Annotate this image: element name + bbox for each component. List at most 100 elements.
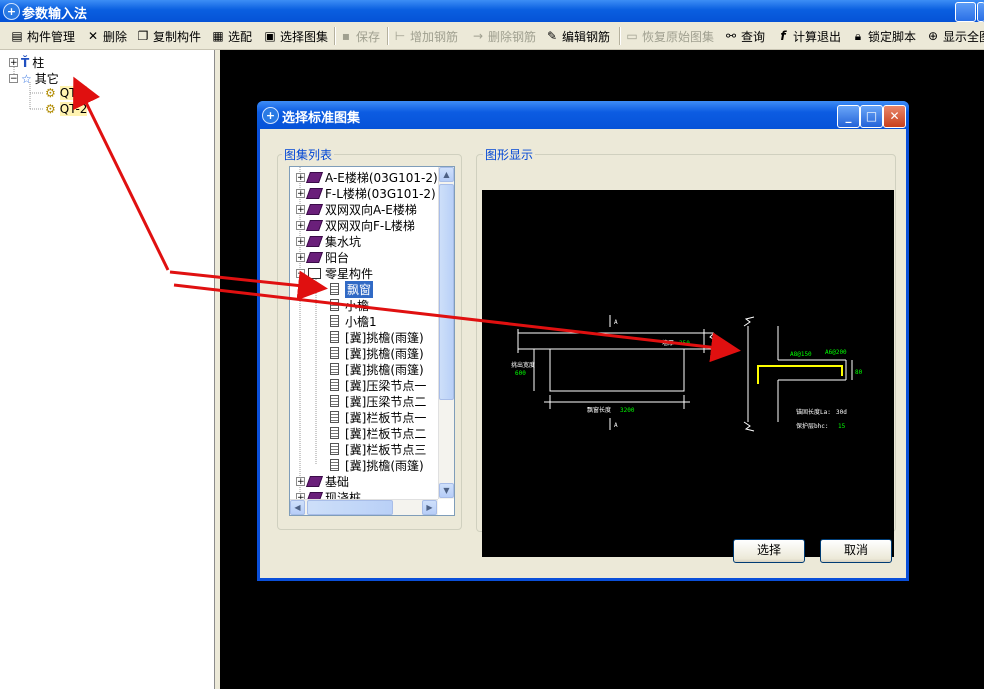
dialog-maximize-button[interactable]: □ [860, 105, 883, 128]
tree-node-column[interactable]: + Ť 柱 [9, 54, 44, 71]
scroll-right-icon[interactable]: ▶ [422, 500, 437, 515]
atlas-tree-item[interactable]: [冀]栏板节点三 [330, 441, 426, 457]
query-button[interactable]: ⚯ 查询 [724, 27, 765, 45]
atlas-tree-item-label: 双网双向F-L楼梯 [325, 218, 415, 233]
atlas-tree-item-label: 零星构件 [325, 266, 374, 281]
atlas-tree-item[interactable]: [冀]挑檐(雨篷) [330, 361, 424, 377]
collapse-icon[interactable]: − [9, 74, 18, 84]
dialog-minimize-button[interactable]: _ [837, 105, 860, 128]
tree-node-qt1[interactable]: ⚙ QT-1 [45, 86, 88, 100]
tree-node-other[interactable]: − ☆ 其它 [9, 70, 59, 87]
atlas-tree-item[interactable]: [冀]挑檐(雨篷) [330, 345, 424, 361]
remove-rebar-icon: → [472, 29, 484, 43]
atlas-tree-item[interactable]: [冀]挑檐(雨篷) [330, 457, 424, 473]
rebar1-label: A8@150 [790, 351, 812, 358]
length-value: 3200 [620, 407, 635, 414]
expand-icon[interactable]: + [296, 252, 305, 262]
cover-value: 15 [838, 423, 846, 430]
atlas-tree-item-label: 基础 [325, 474, 350, 489]
lock-icon: 🔒︎ [854, 29, 862, 43]
fx-icon: f [780, 29, 786, 43]
atlas-tree-item[interactable]: [冀]栏板节点一 [330, 409, 426, 425]
atlas-tree-item[interactable]: + 集水坑 [296, 233, 361, 249]
preview-label: 图形显示 [483, 146, 536, 163]
atlas-tree-item-label: [冀]挑檐(雨篷) [345, 330, 424, 345]
vscroll-thumb[interactable] [439, 184, 454, 400]
atlas-tree-item[interactable]: 小檐1 [330, 313, 377, 329]
expand-icon[interactable]: + [296, 204, 305, 214]
delete-button[interactable]: ✕ 删除 [86, 27, 127, 45]
save-button[interactable]: ▪ 保存 [339, 27, 380, 45]
component-tree: + Ť 柱 − ☆ 其它 ⚙ QT-1 ⚙ QT-2 [0, 50, 215, 689]
dialog-close-button[interactable]: ✕ [883, 105, 906, 128]
tree-node-qt2[interactable]: ⚙ QT-2 [45, 102, 88, 116]
atlas-tree-item[interactable]: [冀]挑檐(雨篷) [330, 329, 424, 345]
atlas-tree-item-label: [冀]挑檐(雨篷) [345, 458, 424, 473]
document-icon [330, 347, 339, 359]
book-icon [305, 475, 324, 487]
show-all-button[interactable]: ⊕显示全图 [926, 27, 984, 45]
atlas-tree-hscrollbar[interactable]: ◀ ▶ [290, 499, 438, 515]
restore-atlas-button[interactable]: ▭ 恢复原始图集 [625, 27, 714, 45]
atlas-tree-item[interactable]: [冀]压梁节点二 [330, 393, 426, 409]
select-atlas-button[interactable]: ▣ 选择图集 [263, 27, 328, 45]
document-icon [330, 331, 339, 343]
section-mark: A [614, 319, 618, 326]
atlas-tree-item[interactable]: [冀]压梁节点一 [330, 377, 426, 393]
atlas-tree-vscrollbar[interactable]: ▲ ▼ [438, 167, 454, 499]
atlas-tree-item[interactable]: 小檐 [330, 297, 369, 313]
document-icon [330, 395, 339, 407]
book-icon [305, 219, 324, 231]
expand-icon[interactable]: + [296, 172, 305, 182]
select-button[interactable]: 选择 [733, 539, 805, 563]
atlas-tree-item[interactable]: 飘窗 [330, 280, 374, 298]
add-rebar-icon: ⊢ [394, 29, 406, 43]
book-icon [305, 187, 324, 199]
document-icon [330, 379, 339, 391]
minimize-button[interactable] [955, 2, 976, 22]
maximize-button[interactable] [977, 2, 984, 22]
window-sill-drawing: A 墙厚 250 挑出宽度 600 飘窗长度 3200 A A8@150 A6@… [511, 315, 863, 432]
scroll-left-icon[interactable]: ◀ [290, 500, 305, 515]
atlas-tree-item[interactable]: + 阳台 [296, 249, 349, 265]
document-icon [330, 363, 339, 375]
expand-icon[interactable]: + [296, 236, 305, 246]
atlas-tree-item[interactable]: + 双网双向F-L楼梯 [296, 217, 415, 233]
save-icon: ▪ [341, 29, 351, 43]
select-match-button[interactable]: ▦ 选配 [211, 27, 252, 45]
copy-component-button[interactable]: ❐ 复制构件 [136, 27, 201, 45]
app-title: 参数输入法 [22, 7, 88, 22]
remove-rebar-button[interactable]: → 删除钢筋 [471, 27, 536, 45]
calc-exit-button[interactable]: f 计算退出 [776, 27, 841, 45]
edit-rebar-button[interactable]: ✎ 编辑钢筋 [545, 27, 610, 45]
lock-script-button[interactable]: 🔒︎ 锁定脚本 [851, 27, 916, 45]
atlas-tree-item[interactable]: + F-L楼梯(03G101-2) [296, 185, 436, 201]
scroll-down-icon[interactable]: ▼ [439, 483, 454, 498]
atlas-tree-item[interactable]: + A-E楼梯(03G101-2) [296, 169, 438, 185]
add-rebar-button[interactable]: ⊢ 增加钢筋 [393, 27, 458, 45]
main-toolbar: ▤ 构件管理 ✕ 删除 ❐ 复制构件 ▦ 选配 ▣ 选择图集 ▪ 保存 ⊢ 增加钢筋 → 删除钢… [0, 23, 984, 50]
scroll-up-icon[interactable]: ▲ [439, 167, 454, 182]
toolbar-separator [334, 27, 336, 45]
atlas-tree-item[interactable]: [冀]栏板节点二 [330, 425, 426, 441]
expand-icon[interactable]: + [9, 58, 18, 68]
dialog-title: 选择标准图集 [282, 111, 361, 126]
wall-thickness-value: 250 [679, 340, 690, 347]
atlas-tree-item[interactable]: + 双网双向A-E楼梯 [296, 201, 417, 217]
atlas-tree-item-label: 集水坑 [325, 234, 362, 249]
atlas-tree-item[interactable]: − 零星构件 [296, 265, 373, 281]
expand-icon[interactable]: + [296, 220, 305, 230]
expand-icon[interactable]: + [296, 476, 305, 486]
anchor-label: 锚固长度La: [796, 408, 831, 416]
cancel-button[interactable]: 取消 [820, 539, 892, 563]
hscroll-thumb[interactable] [307, 500, 393, 515]
atlas-tree-item-label: 双网双向A-E楼梯 [325, 202, 417, 217]
anchor-value: 30d [836, 409, 847, 416]
atlas-tree-item[interactable]: + 基础 [296, 473, 349, 489]
collapse-icon[interactable]: − [296, 268, 305, 278]
book-icon [305, 203, 324, 215]
atlas-tree[interactable]: + A-E楼梯(03G101-2) + F-L楼梯(03G101-2) + 双网双向A-E… [289, 166, 455, 516]
component-manage-button[interactable]: ▤ 构件管理 [10, 27, 75, 45]
dialog-logo-icon: + [262, 107, 279, 124]
expand-icon[interactable]: + [296, 188, 305, 198]
